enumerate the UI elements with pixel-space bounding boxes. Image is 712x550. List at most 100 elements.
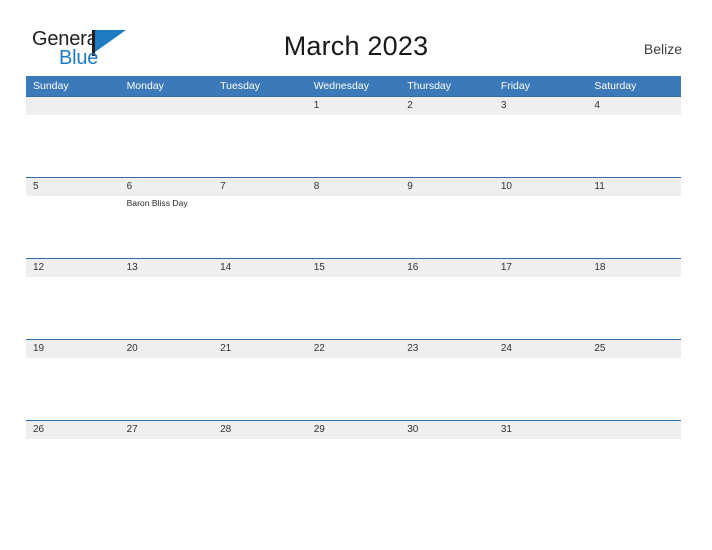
weekday-header-sunday: Sunday bbox=[33, 80, 69, 92]
day-cell bbox=[587, 439, 681, 501]
week-body-band bbox=[26, 115, 681, 177]
day-number[interactable]: 18 bbox=[587, 259, 681, 277]
day-cell[interactable] bbox=[400, 277, 494, 339]
calendar-week-row: 19 20 21 22 23 24 25 bbox=[26, 339, 681, 420]
calendar-week-row: 5 6 7 8 9 10 11 Baron Bliss Day bbox=[26, 177, 681, 258]
day-cell[interactable] bbox=[307, 439, 401, 501]
holiday-event-label: Baron Bliss Day bbox=[126, 198, 188, 208]
day-number[interactable]: 1 bbox=[307, 97, 401, 115]
day-number-empty bbox=[120, 97, 214, 115]
day-number[interactable]: 3 bbox=[494, 97, 588, 115]
week-body-band bbox=[26, 277, 681, 339]
day-cell[interactable] bbox=[494, 439, 588, 501]
day-cell[interactable]: Baron Bliss Day bbox=[120, 196, 214, 258]
day-cell[interactable] bbox=[494, 196, 588, 258]
day-cell[interactable] bbox=[400, 358, 494, 420]
day-cell[interactable] bbox=[26, 439, 120, 501]
day-cell[interactable] bbox=[587, 277, 681, 339]
day-number[interactable]: 25 bbox=[587, 340, 681, 358]
day-number-empty bbox=[26, 97, 120, 115]
day-cell[interactable] bbox=[120, 439, 214, 501]
day-cell[interactable] bbox=[120, 277, 214, 339]
weekday-header-thursday: Thursday bbox=[407, 80, 452, 92]
calendar-page: General Blue March 2023 Belize Sunday Mon… bbox=[0, 0, 712, 550]
day-cell[interactable] bbox=[307, 277, 401, 339]
day-number[interactable]: 26 bbox=[26, 421, 120, 439]
week-body-band bbox=[26, 358, 681, 420]
day-number[interactable]: 10 bbox=[494, 178, 588, 196]
day-number[interactable]: 8 bbox=[307, 178, 401, 196]
week-date-band: 5 6 7 8 9 10 11 bbox=[26, 177, 681, 196]
day-cell[interactable] bbox=[400, 196, 494, 258]
day-number[interactable]: 28 bbox=[213, 421, 307, 439]
day-cell[interactable] bbox=[587, 358, 681, 420]
day-number[interactable]: 7 bbox=[213, 178, 307, 196]
page-title: March 2023 bbox=[283, 31, 429, 61]
day-cell bbox=[120, 115, 214, 177]
weekday-header-monday: Monday bbox=[126, 80, 164, 92]
weekday-header-wednesday: Wednesday bbox=[313, 80, 369, 92]
day-number[interactable]: 23 bbox=[400, 340, 494, 358]
day-cell[interactable] bbox=[120, 358, 214, 420]
day-number[interactable]: 16 bbox=[400, 259, 494, 277]
page-header: General Blue March 2023 Belize bbox=[0, 0, 712, 76]
week-date-band: 19 20 21 22 23 24 25 bbox=[26, 339, 681, 358]
day-cell[interactable] bbox=[494, 358, 588, 420]
day-cell[interactable] bbox=[307, 115, 401, 177]
day-number[interactable]: 12 bbox=[26, 259, 120, 277]
week-body-band: Baron Bliss Day bbox=[26, 196, 681, 258]
day-number-empty bbox=[213, 97, 307, 115]
week-date-band: 26 27 28 29 30 31 bbox=[26, 420, 681, 439]
day-number[interactable]: 29 bbox=[307, 421, 401, 439]
week-date-band: 12 13 14 15 16 17 18 bbox=[26, 258, 681, 277]
day-number[interactable]: 2 bbox=[400, 97, 494, 115]
day-cell[interactable] bbox=[26, 277, 120, 339]
week-body-band bbox=[26, 439, 681, 501]
day-cell[interactable] bbox=[400, 115, 494, 177]
day-cell[interactable] bbox=[213, 439, 307, 501]
day-number[interactable]: 31 bbox=[494, 421, 588, 439]
weekday-header-tuesday: Tuesday bbox=[220, 80, 261, 92]
day-number[interactable]: 9 bbox=[400, 178, 494, 196]
calendar-grid: Sunday Monday Tuesday Wednesday Thursday Frid… bbox=[26, 76, 681, 501]
day-number-empty bbox=[587, 421, 681, 439]
day-number[interactable]: 5 bbox=[26, 178, 120, 196]
day-number[interactable]: 13 bbox=[120, 259, 214, 277]
day-cell[interactable] bbox=[587, 196, 681, 258]
day-number[interactable]: 17 bbox=[494, 259, 588, 277]
calendar-week-row: 26 27 28 29 30 31 bbox=[26, 420, 681, 501]
day-cell[interactable] bbox=[494, 277, 588, 339]
day-cell[interactable] bbox=[307, 358, 401, 420]
calendar-week-row: 1234 bbox=[26, 96, 681, 177]
day-number[interactable]: 19 bbox=[26, 340, 120, 358]
day-number[interactable]: 21 bbox=[213, 340, 307, 358]
day-cell bbox=[213, 115, 307, 177]
day-number[interactable]: 14 bbox=[213, 259, 307, 277]
day-number[interactable]: 11 bbox=[587, 178, 681, 196]
day-number[interactable]: 30 bbox=[400, 421, 494, 439]
day-cell[interactable] bbox=[213, 277, 307, 339]
day-cell bbox=[26, 115, 120, 177]
day-cell[interactable] bbox=[26, 358, 120, 420]
calendar-week-row: 12 13 14 15 16 17 18 bbox=[26, 258, 681, 339]
day-number[interactable]: 6 bbox=[120, 178, 214, 196]
day-cell[interactable] bbox=[213, 358, 307, 420]
day-number[interactable]: 22 bbox=[307, 340, 401, 358]
day-number[interactable]: 27 bbox=[120, 421, 214, 439]
weekday-header-friday: Friday bbox=[500, 80, 530, 92]
calendar-weeks: 1 2 3 4 5 6 7 8 9 10 11 Baron Bliss Day 12 13 14 15 16 17… bbox=[26, 96, 681, 501]
day-number[interactable]: 15 bbox=[307, 259, 401, 277]
day-cell[interactable] bbox=[26, 196, 120, 258]
day-cell[interactable] bbox=[307, 196, 401, 258]
day-cell[interactable] bbox=[400, 439, 494, 501]
day-number[interactable]: 4 bbox=[587, 97, 681, 115]
day-cell[interactable] bbox=[213, 196, 307, 258]
week-date-band: 1234 bbox=[26, 96, 681, 115]
day-cell[interactable] bbox=[587, 115, 681, 177]
country-label: Belize bbox=[643, 41, 682, 57]
day-number[interactable]: 20 bbox=[120, 340, 214, 358]
weekday-header-row: Sunday Monday Tuesday Wednesday Thursday Frid… bbox=[26, 76, 681, 96]
weekday-header-saturday: Saturday bbox=[594, 80, 637, 92]
day-cell[interactable] bbox=[494, 115, 588, 177]
day-number[interactable]: 24 bbox=[494, 340, 588, 358]
